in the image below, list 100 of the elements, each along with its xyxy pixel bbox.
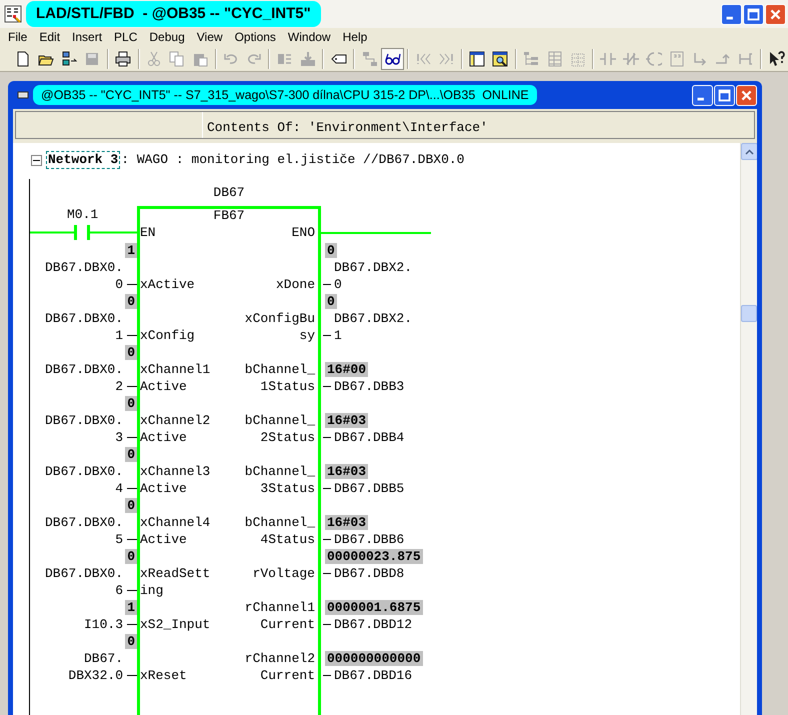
pin-line <box>127 675 137 676</box>
collapse-toggle[interactable] <box>31 154 42 166</box>
minimize-icon <box>726 16 733 19</box>
operand-label: DBX32.0 <box>68 667 123 684</box>
pin-line <box>127 488 137 489</box>
operand-label: DB67.DBX0. <box>44 514 123 531</box>
pin-label: Current <box>260 616 315 633</box>
operand-label: DB67.DBD16 <box>334 667 412 684</box>
operand-label: M0.1 <box>67 207 98 222</box>
scroll-up-button[interactable] <box>741 143 757 160</box>
pin-label: sy <box>299 327 315 344</box>
operand-label: DB67.DBX0. <box>44 259 123 276</box>
maximize-icon <box>748 8 760 20</box>
operand-label: 1 <box>334 327 342 344</box>
pin-line <box>323 284 331 285</box>
pin-label: 2Status <box>260 429 315 446</box>
operand-label: DB67.DBX0. <box>44 361 123 378</box>
menu-item[interactable]: Help <box>336 28 374 46</box>
pin-label: bChannel_ <box>244 514 315 531</box>
pin-label: xChannel3 <box>140 463 210 480</box>
operand-label: I10.3 <box>84 616 123 633</box>
contents-header: Contents Of: 'Environment\Interface' <box>206 119 489 137</box>
operand-label: DB67.DBB4 <box>334 429 404 446</box>
minimize-button[interactable] <box>721 4 742 24</box>
pin-label: xReset <box>140 667 187 684</box>
menu-item[interactable]: Debug <box>143 28 191 46</box>
pin-label: 1Status <box>260 378 315 395</box>
operand-label: DB67.DBD8 <box>334 565 404 582</box>
pin-label: Active <box>140 429 187 446</box>
close-icon <box>741 90 752 100</box>
instance-label: DB67 <box>213 184 245 202</box>
pin-label: xS2_Input <box>140 616 210 633</box>
caret-icon <box>745 148 754 154</box>
pin-label: xConfig <box>140 327 195 344</box>
operand-label: 3 <box>115 429 123 446</box>
minimize-icon <box>698 97 704 100</box>
pin-line <box>127 590 137 591</box>
scroll-thumb[interactable] <box>741 305 757 322</box>
pin-line <box>127 335 137 336</box>
monitor-value: 0 <box>325 243 337 258</box>
pin-line <box>323 335 331 336</box>
menu-item[interactable]: File <box>2 28 34 46</box>
scrollbar[interactable] <box>740 143 757 715</box>
pin-label: bChannel_ <box>244 463 315 480</box>
operand-label: DB67.DBX2. <box>334 259 412 276</box>
pin-label: xChannel4 <box>140 514 210 531</box>
pin-label: 4Status <box>260 531 315 548</box>
operand-label: DB67.DBB6 <box>334 531 404 548</box>
operand-label: 0 <box>115 276 123 293</box>
pin-label: Active <box>140 378 187 395</box>
glasses-icon[interactable] <box>381 48 404 70</box>
maximize-button[interactable] <box>714 84 735 106</box>
menu-item[interactable]: PLC <box>108 28 144 46</box>
pin-line <box>323 386 331 387</box>
monitor-value: 1 <box>125 243 137 258</box>
pin-label: rChannel2 <box>244 650 315 667</box>
pin-line <box>127 386 137 387</box>
pin-label: bChannel_ <box>244 361 315 378</box>
pin-label: xConfigBu <box>244 310 315 327</box>
operand-label: DB67.DBB5 <box>334 480 404 497</box>
monitor-value: 0 <box>125 396 137 411</box>
pin-label: bChannel_ <box>244 412 315 429</box>
monitor-value: 16#00 <box>325 362 368 377</box>
minimize-button[interactable] <box>692 84 713 106</box>
operand-label: 4 <box>115 480 123 497</box>
pin-line <box>127 539 137 540</box>
maximize-button[interactable] <box>743 4 764 24</box>
operand-label: DB67. <box>84 650 123 667</box>
pin-label: xReadSett <box>140 565 210 582</box>
operand-label: DB67.DBX0. <box>44 412 123 429</box>
pin-line <box>323 675 331 676</box>
monitor-value: 16#03 <box>325 464 368 479</box>
pin-line <box>323 624 331 625</box>
pin-line <box>323 437 331 438</box>
network-label[interactable]: Network 3 <box>46 151 120 169</box>
pin-label: ENO <box>292 224 315 242</box>
close-button[interactable] <box>765 4 786 24</box>
operand-label: 6 <box>115 582 123 599</box>
monitor-value: 0 <box>125 549 137 564</box>
close-button[interactable] <box>736 84 757 106</box>
menu-item[interactable]: Window <box>282 28 337 46</box>
pin-label: xChannel2 <box>140 412 210 429</box>
monitor-value: 0 <box>125 447 137 462</box>
menu-item[interactable]: Options <box>228 28 282 46</box>
menu-item[interactable]: View <box>190 28 229 46</box>
menu-item[interactable]: Edit <box>33 28 66 46</box>
monitor-value: 000000000000 <box>325 651 423 666</box>
window-title: @OB35 -- "CYC_INT5" -- S7_315_wago\S7-300 dílna\CPU 315-2 DP\...\OB35 ONLINE <box>33 84 537 106</box>
menu-item[interactable]: Insert <box>66 28 108 46</box>
operand-label: DB67.DBX2. <box>334 310 412 327</box>
operand-label: DB67.DBB3 <box>334 378 404 395</box>
monitor-value: 16#03 <box>325 515 368 530</box>
operand-label: 0 <box>334 276 342 293</box>
monitor-value: 0 <box>125 345 137 360</box>
pin-line <box>127 624 137 625</box>
monitor-value: 0 <box>125 294 137 309</box>
pin-line <box>323 573 331 574</box>
app-icon <box>4 5 22 23</box>
pin-label: Current <box>260 667 315 684</box>
pin-label: rChannel1 <box>244 599 315 616</box>
